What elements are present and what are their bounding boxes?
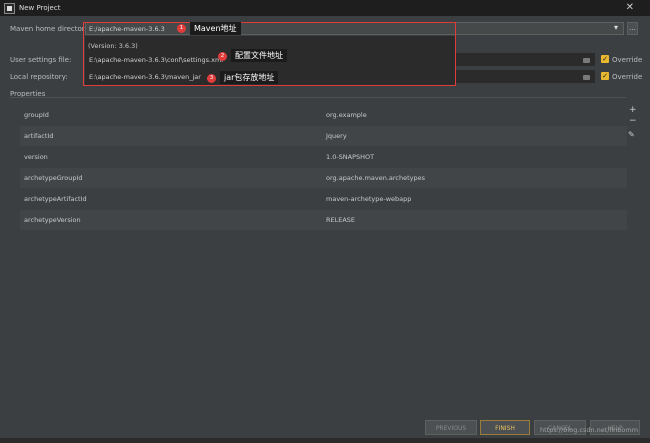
close-icon[interactable]: ✕ (626, 2, 634, 13)
table-row[interactable]: groupId org.example (20, 105, 627, 125)
table-row[interactable]: archetypeVersion RELEASE (20, 210, 627, 230)
override-repository-checkbox[interactable]: ✓ (601, 72, 609, 80)
property-key: archetypeArtifactId (24, 195, 87, 203)
annotation-label-1: Maven地址 (190, 22, 241, 35)
property-value: 1.0-SNAPSHOT (326, 153, 375, 161)
add-property-icon[interactable]: + (629, 105, 637, 115)
property-key: artifactId (24, 132, 54, 140)
override-repository-label: Override (612, 73, 643, 81)
property-key: version (24, 153, 48, 161)
table-row[interactable]: version 1.0-SNAPSHOT (20, 147, 627, 167)
property-value: org.example (326, 111, 367, 119)
override-settings-checkbox[interactable]: ✓ (601, 55, 609, 63)
title-bar: New Project ✕ (0, 0, 650, 16)
finish-button[interactable]: FINISH (480, 420, 530, 435)
property-key: groupId (24, 111, 49, 119)
table-row[interactable]: artifactId Jquery (20, 126, 627, 146)
bottom-strip (0, 438, 650, 443)
property-value: Jquery (326, 132, 347, 140)
table-row[interactable]: archetypeArtifactId maven-archetype-weba… (20, 189, 627, 209)
intellij-logo-icon (4, 2, 15, 14)
local-repository-label: Local repository: (10, 73, 68, 81)
window-title: New Project (19, 4, 61, 12)
folder-icon[interactable] (583, 58, 590, 63)
property-value: org.apache.maven.archetypes (326, 174, 426, 182)
previous-button[interactable]: PREVIOUS (425, 420, 477, 435)
watermark-text: https://blog.csdn.net/linbomm (540, 426, 639, 434)
property-value: RELEASE (326, 216, 356, 224)
folder-icon[interactable] (583, 75, 590, 80)
annotation-badge-1: 1 (177, 24, 186, 33)
browse-maven-button[interactable]: ... (627, 22, 638, 35)
override-settings-label: Override (612, 56, 643, 64)
properties-divider (10, 97, 626, 98)
property-key: archetypeVersion (24, 216, 81, 224)
annotation-label-3: jar包存放地址 (220, 71, 279, 84)
table-row[interactable]: archetypeGroupId org.apache.maven.archet… (20, 168, 627, 188)
remove-property-icon[interactable]: − (629, 116, 637, 126)
property-value: maven-archetype-webapp (326, 195, 412, 203)
edit-property-icon[interactable]: ✎ (628, 130, 635, 139)
annotation-badge-2: 2 (218, 52, 227, 61)
user-settings-label: User settings file: (10, 56, 72, 64)
annotation-label-2: 配置文件地址 (231, 49, 287, 62)
annotation-badge-3: 3 (207, 74, 216, 83)
maven-home-label: Maven home directory: (10, 25, 91, 33)
property-key: archetypeGroupId (24, 174, 83, 182)
chevron-down-icon[interactable]: ▾ (614, 23, 618, 32)
